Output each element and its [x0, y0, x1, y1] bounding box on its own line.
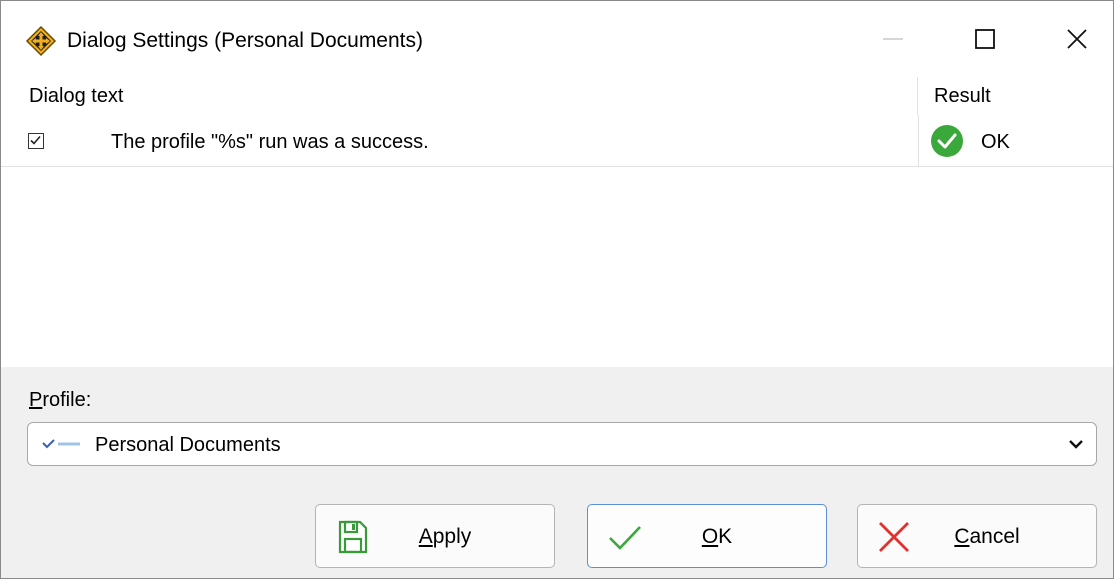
checkbox-check-icon	[30, 135, 41, 145]
row-checkbox[interactable]	[28, 133, 44, 149]
close-icon	[1067, 29, 1087, 49]
window-title: Dialog Settings (Personal Documents)	[67, 29, 423, 52]
column-header-result[interactable]: Result	[918, 77, 1113, 115]
maximize-icon	[975, 29, 995, 49]
ok-label: OK	[701, 525, 733, 548]
cancel-label: Cancel	[954, 525, 1020, 548]
result-text: OK	[981, 131, 1010, 153]
profile-label: Profile:	[29, 389, 92, 411]
check-circle-icon	[931, 125, 963, 157]
maximize-button[interactable]	[939, 1, 1031, 77]
title-bar[interactable]: Dialog Settings (Personal Documents)	[1, 1, 1113, 77]
app-icon	[25, 25, 57, 57]
chevron-down-icon[interactable]	[1068, 437, 1084, 455]
ok-button[interactable]: OK	[587, 504, 827, 568]
minimize-icon	[883, 38, 903, 40]
minimize-button[interactable]	[847, 1, 939, 77]
dialog-text-cell: The profile "%s" run was a success.	[111, 131, 429, 153]
close-button[interactable]	[1031, 1, 1113, 77]
column-header-dialog-text[interactable]: Dialog text	[1, 77, 918, 115]
dialog-list[interactable]: Dialog text Result The profile "%s" run …	[1, 77, 1113, 367]
apply-button[interactable]: Apply	[315, 504, 555, 568]
profile-dropdown[interactable]: Personal Documents	[27, 422, 1097, 466]
list-item[interactable]: The profile "%s" run was a success. OK	[1, 115, 1113, 167]
profile-selected-value: Personal Documents	[95, 434, 281, 456]
result-cell: OK	[918, 115, 1113, 166]
cancel-button[interactable]: Cancel	[857, 504, 1097, 568]
apply-label: Apply	[418, 525, 472, 548]
profile-check-icon	[42, 437, 82, 456]
dialog-window: Dialog Settings (Personal Documents) Dia…	[0, 0, 1114, 579]
